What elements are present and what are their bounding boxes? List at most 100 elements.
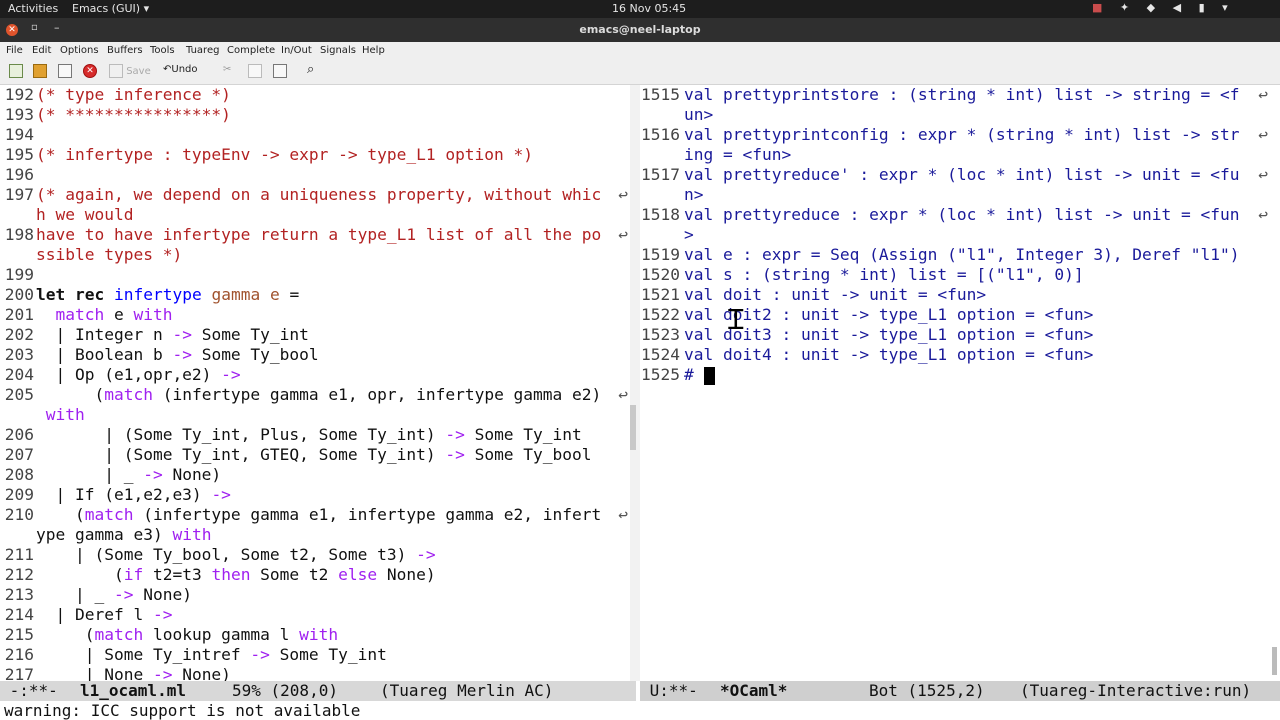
code-line[interactable]: 211 | (Some Ty_bool, Some t2, Some t3) -… (0, 545, 630, 565)
code-line[interactable]: 199 (0, 265, 630, 285)
minimize-window-icon[interactable]: – (54, 21, 60, 34)
repl-line[interactable]: 1520 val s : (string * int) list = [("l1"… (640, 265, 1270, 285)
system-tray[interactable]: ■ ✦ ◆ ◀ ▮ ▾ (1092, 1, 1242, 14)
repl-line[interactable]: > (640, 225, 1270, 245)
undo-label: Undo (171, 64, 198, 75)
editor-pane-l1-ocaml[interactable]: 192 (* type inference *) 193 (* ***********… (0, 85, 630, 681)
code-line[interactable]: 194 (0, 125, 630, 145)
repl-line[interactable]: 1516 val prettyprintconfig : expr * (stri… (640, 125, 1270, 145)
menu-file[interactable]: File (6, 45, 23, 56)
mode-line-right[interactable]: U:**- *OCaml* Bot (1525,2) (Tuareg-Inter… (640, 681, 1280, 701)
code-line[interactable]: 196 (0, 165, 630, 185)
code-line[interactable]: 207 | (Some Ty_int, GTEQ, Some Ty_int) -… (0, 445, 630, 465)
code-line[interactable]: 208 | _ -> None) (0, 465, 630, 485)
major-modes[interactable]: (Tuareg-Interactive:run) (1020, 681, 1251, 701)
kill-buffer-button[interactable]: ✕ (83, 64, 97, 80)
code-line[interactable]: 205 (match (infertype gamma e1, opr, inf… (0, 385, 630, 405)
code-line[interactable]: 212 (if t2=t3 then Some t2 else None) (0, 565, 630, 585)
menu-in-out[interactable]: In/Out (281, 45, 312, 56)
app-menu-button[interactable]: Emacs (GUI) ▾ (72, 2, 149, 15)
clock[interactable]: 16 Nov 05:45 (612, 2, 686, 15)
code-line[interactable]: 215 (match lookup gamma l with (0, 625, 630, 645)
code-line[interactable]: 213 | _ -> None) (0, 585, 630, 605)
mouse-ibeam-cursor: Ɪ (728, 303, 744, 336)
line-text: | None -> None) (36, 665, 231, 681)
open-file-button[interactable] (33, 64, 47, 80)
accessibility-icon[interactable]: ✦ (1120, 1, 1129, 14)
repl-line[interactable]: 1524 val doit4 : unit -> type_L1 option =… (640, 345, 1270, 365)
paste-button[interactable] (273, 64, 287, 80)
repl-line[interactable]: un> (640, 105, 1270, 125)
activities-button[interactable]: Activities (8, 2, 58, 15)
close-buffer-icon: ✕ (83, 64, 97, 78)
repl-line[interactable]: n> (640, 185, 1270, 205)
menu-complete[interactable]: Complete (227, 45, 275, 56)
code-line[interactable]: 200 let rec infertype gamma e = (0, 285, 630, 305)
right-scrollbar[interactable] (1272, 647, 1277, 675)
save-button[interactable]: Save (109, 64, 151, 80)
new-file-button[interactable] (9, 64, 23, 80)
code-line[interactable]: 195 (* infertype : typeEnv -> expr -> typ… (0, 145, 630, 165)
copy-button[interactable] (248, 64, 262, 80)
restore-window-icon[interactable]: ▫ (31, 22, 38, 33)
search-button[interactable]: ⌕ (307, 62, 314, 78)
code-line[interactable]: h we would (0, 205, 630, 225)
code-line[interactable]: 216 | Some Ty_intref -> Some Ty_int (0, 645, 630, 665)
code-line[interactable]: ype gamma e3) with (0, 525, 630, 545)
menu-arrow-icon[interactable]: ▾ (1222, 1, 1228, 14)
code-line[interactable]: 197 (* again, we depend on a uniqueness p… (0, 185, 630, 205)
repl-line[interactable]: 1521 val doit : unit -> unit = <fun> (640, 285, 1270, 305)
code-line[interactable]: 192 (* type inference *) (0, 85, 630, 105)
menu-buffers[interactable]: Buffers (107, 45, 143, 56)
repl-line[interactable]: 1519 val e : expr = Seq (Assign ("l1", In… (640, 245, 1270, 265)
line-number: 1523 (641, 325, 680, 344)
mode-line-left[interactable]: -:**- l1_ocaml.ml 59% (208,0) (Tuareg Me… (0, 681, 636, 701)
line-number: 213 (4, 585, 34, 604)
code-line[interactable]: 206 | (Some Ty_int, Plus, Some Ty_int) -… (0, 425, 630, 445)
menu-tuareg[interactable]: Tuareg (186, 45, 219, 56)
line-wrap-icon: ↩ (1258, 165, 1268, 184)
code-line[interactable]: 193 (* ****************) (0, 105, 630, 125)
menu-help[interactable]: Help (362, 45, 385, 56)
code-line[interactable]: 198 have to have infertype return a type_… (0, 225, 630, 245)
line-text: with (45, 405, 85, 424)
dired-button[interactable] (58, 64, 72, 80)
menu-tools[interactable]: Tools (150, 45, 175, 56)
code-line[interactable]: 209 | If (e1,e2,e3) -> (0, 485, 630, 505)
code-line[interactable]: with (0, 405, 630, 425)
wifi-icon[interactable]: ◆ (1147, 1, 1155, 14)
ocaml-repl-pane[interactable]: 1515 val prettyprintstore : (string * int… (640, 85, 1270, 681)
menu-options[interactable]: Options (60, 45, 99, 56)
repl-line[interactable]: 1515 val prettyprintstore : (string * int… (640, 85, 1270, 105)
close-window-icon[interactable]: ✕ (6, 24, 18, 36)
repl-line[interactable]: ing = <fun> (640, 145, 1270, 165)
menu-edit[interactable]: Edit (32, 45, 51, 56)
code-line[interactable]: 202 | Integer n -> Some Ty_int (0, 325, 630, 345)
cut-button[interactable]: ✂ (223, 64, 231, 80)
code-line[interactable]: 210 (match (infertype gamma e1, infertyp… (0, 505, 630, 525)
code-line[interactable]: 203 | Boolean b -> Some Ty_bool (0, 345, 630, 365)
code-line[interactable]: 217 | None -> None) (0, 665, 630, 681)
volume-icon[interactable]: ◀ (1173, 1, 1181, 14)
menu-signals[interactable]: Signals (320, 45, 356, 56)
repl-line[interactable]: 1518 val prettyreduce : expr * (loc * int… (640, 205, 1270, 225)
code-line[interactable]: 214 | Deref l -> (0, 605, 630, 625)
left-scrollbar[interactable] (630, 405, 636, 450)
line-number: 204 (4, 365, 34, 384)
buffer-name[interactable]: *OCaml* (720, 681, 787, 701)
battery-icon[interactable]: ▮ (1199, 1, 1205, 14)
code-line[interactable]: 201 match e with (0, 305, 630, 325)
copy-icon (248, 64, 262, 78)
code-line[interactable]: 204 | Op (e1,opr,e2) -> (0, 365, 630, 385)
line-text: match e with (55, 305, 173, 324)
buffer-name[interactable]: l1_ocaml.ml (80, 681, 186, 701)
record-icon[interactable]: ■ (1092, 1, 1102, 14)
undo-button[interactable]: ↶Undo (163, 64, 198, 80)
code-line[interactable]: ssible types *) (0, 245, 630, 265)
line-text: | _ -> None) (36, 465, 222, 484)
window-divider[interactable] (630, 85, 640, 681)
repl-line[interactable]: 1525 # (640, 365, 1270, 385)
line-number: 209 (4, 485, 34, 504)
repl-line[interactable]: 1517 val prettyreduce' : expr * (loc * in… (640, 165, 1270, 185)
major-modes[interactable]: (Tuareg Merlin AC) (380, 681, 553, 701)
